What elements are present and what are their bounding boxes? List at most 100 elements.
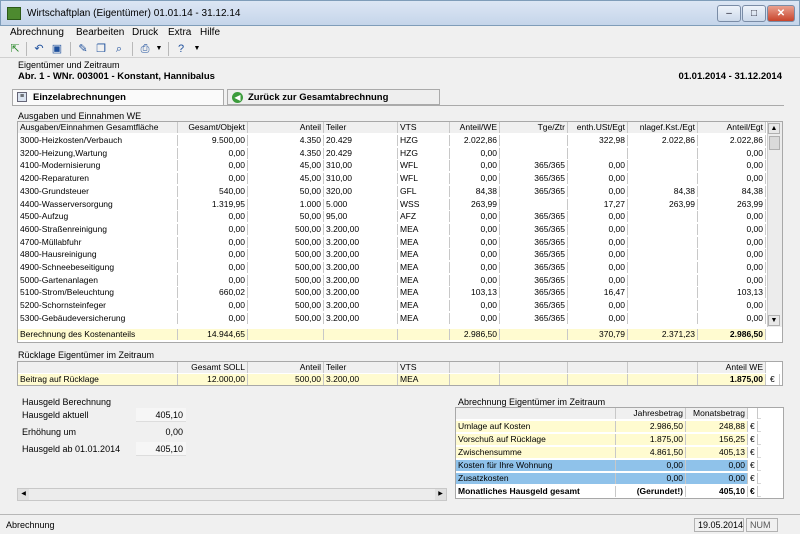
table-cell: Umlage auf Kosten [456,421,616,432]
table-cell: 0,00 [616,460,686,471]
table-cell: 0,00 [698,211,766,223]
edit-icon[interactable]: ✎ [76,42,90,56]
table-row[interactable]: 4300-Grundsteuer 540,00 50,00 320,00 GFL 84,3… [18,185,766,197]
table-cell: 0,00 [178,173,248,185]
table-cell: 1.875,00 [616,434,686,445]
table-cell: € [748,460,758,471]
horizontal-scrollbar[interactable] [17,488,447,501]
table-cell: € [748,421,758,432]
back-label: Zurück zur Gesamtabrechnung [248,92,389,103]
save-icon[interactable]: ▣ [50,42,64,56]
scroll-left-icon[interactable]: ◀ [18,489,29,500]
table-cell: 3.200,00 [324,223,398,235]
table-cell: 310,00 [324,160,398,172]
table-cell [18,362,178,373]
table-row[interactable]: 5300-Gebäudeversicherung 0,00 500,00 3.200,… [18,312,766,324]
table-cell [628,147,698,159]
menu-extra[interactable]: Extra [168,27,191,38]
exit-icon[interactable]: ⇱ [8,42,22,56]
scroll-right-icon[interactable]: ▶ [435,489,446,500]
table-cell: 45,00 [248,160,324,172]
table-cell: Teiler [324,122,398,133]
table-cell: 156,25 [686,434,748,445]
summary-section-label: Abrechnung Eigentümer im Zeitraum [458,397,606,407]
hausgeld-label: Hausgeld ab 01.01.2014 [22,444,121,454]
tab-einzelabrechnungen[interactable]: ≡ Einzelabrechnungen [12,89,224,105]
table-cell: 3.200,00 [324,274,398,286]
table-cell: VTS [398,122,450,133]
menu-bearbeiten[interactable]: Bearbeiten [76,27,124,38]
table-cell: 2.986,50 [450,329,500,340]
undo-icon[interactable]: ↶ [32,42,46,56]
chevron-down-icon[interactable]: ▼ [152,42,166,56]
table-cell: 103,13 [698,287,766,299]
table-cell: 0,00 [568,223,628,235]
reserve-row[interactable]: Beitrag auf Rücklage 12.000,00 500,00 3.200… [18,374,780,385]
table-cell: AFZ [398,211,450,223]
chevron-down-icon[interactable]: ▼ [190,42,204,56]
scroll-down-icon[interactable]: ▼ [768,315,780,326]
table-cell: MEA [398,236,450,248]
costs-total-row[interactable]: Berechnung des Kostenanteils 14.944,65 2.9… [18,329,766,340]
table-cell: 0,00 [698,249,766,261]
table-cell: enth.USt/Egt [568,122,628,133]
table-cell: 0,00 [568,262,628,273]
table-row[interactable]: 4800-Hausreinigung 0,00 500,00 3.200,00 MEA 0… [18,249,766,261]
tab-divider [12,105,784,106]
costs-scrollbar[interactable] [767,122,782,327]
search-icon[interactable]: ⌕ [112,42,126,56]
help-icon[interactable]: ? [174,42,188,56]
table-cell: Monatliches Hausgeld gesamt [456,486,616,497]
toolbar-separator [26,42,27,56]
toolbar-separator [132,42,133,56]
table-cell: MEA [398,312,450,324]
table-row[interactable]: 4400-Wasserversorgung 1.319,95 1.000 5.000 W… [18,198,766,210]
print-icon[interactable]: ⎙ [138,42,152,56]
table-row[interactable]: 4600-Straßenreinigung 0,00 500,00 3.200,00 M… [18,223,766,235]
menu-abrechnung[interactable]: Abrechnung [10,27,64,38]
table-row[interactable]: 4500-Aufzug 0,00 50,00 95,00 AFZ 0,00 365/365 0… [18,211,766,223]
minimize-button[interactable]: – [717,5,741,22]
table-cell: 2.986,50 [616,421,686,432]
toolbar: ⇱ ↶ ▣ ✎ ❐ ⌕ ⎙ ▼ ? ▼ [0,40,800,58]
table-cell: GFL [398,185,450,197]
table-cell: 50,00 [248,185,324,197]
maximize-button[interactable]: □ [742,5,766,22]
table-row[interactable]: 4900-Schneebeseitigung 0,00 500,00 3.200,00… [18,262,766,273]
table-row[interactable]: 5100-Strom/Beleuchtung 660,02 500,00 3.200,… [18,287,766,299]
table-row[interactable]: 4200-Reparaturen 0,00 45,00 310,00 WFL 0,00 36… [18,173,766,185]
owner-name: Abr. 1 - WNr. 003001 - Konstant, Hanniba… [18,71,215,82]
copy-icon[interactable]: ❐ [94,42,108,56]
reserve-header-row[interactable]: Gesamt SOLL Anteil Teiler VTS Anteil WE [18,362,766,373]
table-cell: 0,00 [450,147,500,159]
table-row[interactable]: 3200-Heizung,Wartung 0,00 4.350 20.429 HZG 0,… [18,147,766,159]
scroll-up-icon[interactable]: ▲ [768,123,780,134]
table-row[interactable]: 4100-Modernisierung 0,00 45,00 310,00 WFL 0,0… [18,160,766,172]
table-row[interactable]: 5000-Gartenanlagen 0,00 500,00 3.200,00 MEA 0… [18,274,766,286]
table-cell: 50,00 [248,211,324,223]
close-button[interactable]: ✕ [767,5,795,22]
summary-row: Zwischensumme 4.861,50 405,13 € [456,447,761,458]
table-cell: 12.000,00 [178,374,248,385]
table-row[interactable]: 4700-Müllabfuhr 0,00 500,00 3.200,00 MEA 0,00… [18,236,766,248]
table-row[interactable]: 5200-Schornsteinfeger 0,00 500,00 3.200,00 M… [18,300,766,312]
status-date: 19.05.2014 [694,518,744,532]
table-cell: Anteil WE [698,362,766,373]
table-cell: Teiler [324,362,398,373]
costs-header-row[interactable]: Ausgaben/Einnahmen Gesamtfläche Gesamt/Ob… [18,122,766,133]
table-cell [748,408,758,419]
table-cell [628,374,698,385]
table-cell: 3200-Heizung,Wartung [18,147,178,159]
table-cell: 0,00 [616,473,686,484]
table-cell: 5200-Schornsteinfeger [18,300,178,312]
table-cell: 0,00 [568,312,628,324]
menu-druck[interactable]: Druck [132,27,158,38]
table-row[interactable]: 3000-Heizkosten/Verbauch 9.500,00 4.350 20.… [18,135,766,146]
table-cell: 0,00 [178,300,248,312]
menu-hilfe[interactable]: Hilfe [200,27,220,38]
table-cell: 2.022,86 [450,135,500,146]
back-to-summary-button[interactable]: ◀ Zurück zur Gesamtabrechnung [227,89,440,105]
table-cell: 4400-Wasserversorgung [18,198,178,210]
table-cell: 84,38 [628,185,698,197]
scrollbar-thumb[interactable] [769,136,780,150]
